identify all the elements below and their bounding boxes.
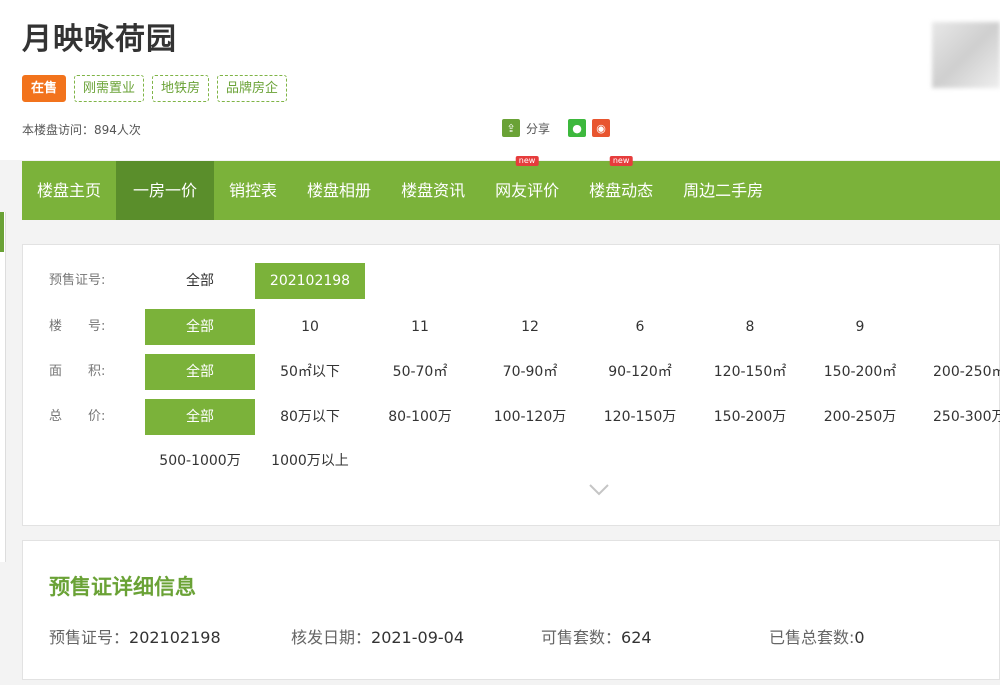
filter-row-building: 楼 号: 全部 10 11 12 6 8 9	[23, 309, 1000, 345]
filter-option[interactable]: 1000万以上	[255, 443, 365, 479]
filter-option[interactable]: 6	[585, 309, 695, 345]
nav-item-home[interactable]: 楼盘主页	[22, 161, 116, 220]
share-icon[interactable]: ⇪	[502, 119, 520, 137]
available-units: 可售套数：624	[541, 628, 652, 647]
filter-option[interactable]: 200-250万	[805, 399, 915, 435]
filter-option-selected[interactable]: 全部	[145, 399, 255, 435]
nav-item-news[interactable]: 楼盘资讯	[386, 161, 480, 220]
main-nav: 楼盘主页 一房一价 销控表 楼盘相册 楼盘资讯 网友评价 new 楼盘动态 ne…	[22, 156, 1000, 220]
filter-row-price: 总 价: 全部 80万以下 80-100万 100-120万 120-150万 …	[23, 399, 1000, 435]
filter-label: 楼 号:	[49, 319, 106, 334]
filter-row-presale: 预售证号: 全部 202102198	[23, 263, 1000, 299]
nav-item-album[interactable]: 楼盘相册	[292, 161, 386, 220]
new-badge: new	[515, 156, 539, 166]
page-title: 月映咏荷园	[22, 22, 177, 57]
filter-option[interactable]: 9	[805, 309, 915, 345]
filter-option[interactable]: 120-150万	[585, 399, 695, 435]
filter-option[interactable]: 50㎡以下	[255, 354, 365, 390]
filter-option-selected[interactable]: 全部	[145, 309, 255, 345]
section-title: 预售证详细信息	[49, 575, 196, 599]
filter-panel: 预售证号: 全部 202102198 楼 号: 全部 10 11 12 6 8 …	[22, 244, 1000, 526]
share-bar: ⇪ 分享 ● ◉	[502, 119, 611, 137]
tag-metro: 地铁房	[152, 75, 210, 102]
filter-label: 预售证号:	[49, 273, 106, 288]
nav-item-sales-table[interactable]: 销控表	[214, 161, 292, 220]
filter-option[interactable]: 全部	[145, 263, 255, 299]
filter-option[interactable]: 150-200㎡	[805, 354, 915, 390]
filter-option[interactable]: 50-70㎡	[365, 354, 475, 390]
filter-row-price-more: 500-1000万 1000万以上	[23, 443, 1000, 479]
wechat-icon[interactable]: ●	[568, 119, 587, 137]
filter-option[interactable]: 120-150㎡	[695, 354, 805, 390]
filter-option[interactable]: 80万以下	[255, 399, 365, 435]
property-header: 月映咏荷园 在售 刚需置业 地铁房 品牌房企 本楼盘访问：894人次 ⇪ 分享 …	[0, 0, 1000, 160]
chevron-down-icon[interactable]	[588, 483, 610, 497]
tag-list: 在售 刚需置业 地铁房 品牌房企	[22, 75, 288, 102]
filter-option[interactable]: 100-120万	[475, 399, 585, 435]
weibo-icon[interactable]: ◉	[592, 119, 611, 137]
filter-option[interactable]: 11	[365, 309, 475, 345]
filter-option[interactable]: 500-1000万	[145, 443, 255, 479]
filter-row-area: 面 积: 全部 50㎡以下 50-70㎡ 70-90㎡ 90-120㎡ 120-…	[23, 354, 1000, 390]
visit-count: 本楼盘访问：894人次	[22, 123, 141, 137]
filter-option[interactable]: 250-300万	[915, 399, 1000, 435]
filter-option[interactable]: 10	[255, 309, 365, 345]
filter-option[interactable]: 150-200万	[695, 399, 805, 435]
tag-rigid-demand: 刚需置业	[74, 75, 145, 102]
filter-option[interactable]: 200-250㎡	[915, 354, 1000, 390]
left-accent-bar	[0, 212, 4, 252]
filter-label: 总 价:	[49, 409, 106, 424]
nav-item-nearby-resale[interactable]: 周边二手房	[668, 161, 778, 220]
nav-item-reviews[interactable]: 网友评价 new	[480, 156, 574, 220]
issue-date: 核发日期：2021-09-04	[291, 628, 464, 647]
filter-option[interactable]: 8	[695, 309, 805, 345]
sold-units: 已售总套数:0	[769, 628, 865, 647]
filter-option[interactable]: 12	[475, 309, 585, 345]
tag-brand: 品牌房企	[217, 75, 288, 102]
filter-label: 面 积:	[49, 364, 106, 379]
nav-item-price-list[interactable]: 一房一价	[116, 161, 215, 220]
cert-number: 预售证号：202102198	[49, 628, 221, 647]
filter-option-selected[interactable]: 全部	[145, 354, 255, 390]
status-badge: 在售	[22, 75, 67, 102]
presale-info-panel: 预售证详细信息 预售证号：202102198 核发日期：2021-09-04 可…	[22, 540, 1000, 680]
avatar	[932, 22, 1000, 88]
new-badge: new	[609, 156, 633, 166]
share-label[interactable]: 分享	[526, 120, 550, 137]
filter-option[interactable]: 90-120㎡	[585, 354, 695, 390]
filter-option-selected[interactable]: 202102198	[255, 263, 365, 299]
filter-option[interactable]: 70-90㎡	[475, 354, 585, 390]
left-sidebar-edge	[0, 212, 6, 562]
filter-option[interactable]: 80-100万	[365, 399, 475, 435]
nav-item-updates[interactable]: 楼盘动态 new	[574, 156, 668, 220]
